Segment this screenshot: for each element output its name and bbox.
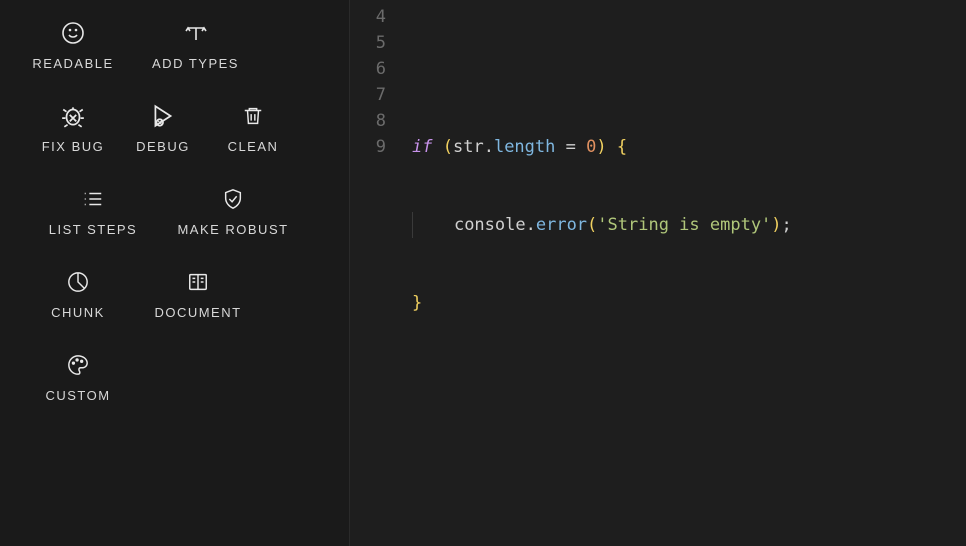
bug-x-icon	[60, 103, 86, 129]
readable-button[interactable]: READABLE	[28, 20, 118, 71]
code-line	[412, 56, 792, 82]
line-number: 7	[350, 82, 386, 108]
custom-label: CUSTOM	[45, 388, 110, 403]
code-line: console.error('String is empty');	[412, 212, 792, 238]
sidebar-row-1: READABLE ADD TYPES	[28, 20, 349, 71]
palette-icon	[65, 352, 91, 378]
code-editor[interactable]: 4 5 6 7 8 9 if (str.length = 0) { consol…	[350, 0, 966, 546]
sidebar: READABLE ADD TYPES FIX BUG DEBUG CLEA	[0, 0, 350, 546]
debug-label: DEBUG	[136, 139, 190, 154]
code-content[interactable]: if (str.length = 0) { console.error('Str…	[412, 4, 792, 524]
line-gutter: 4 5 6 7 8 9	[350, 4, 398, 160]
code-line: }	[412, 290, 792, 316]
sidebar-row-4: CHUNK DOCUMENT	[28, 269, 349, 320]
sidebar-row-2: FIX BUG DEBUG CLEAN	[28, 103, 349, 154]
add-types-button[interactable]: ADD TYPES	[118, 20, 273, 71]
code-line	[412, 446, 792, 472]
readable-label: READABLE	[32, 56, 113, 71]
code-line	[412, 368, 792, 394]
fix-bug-button[interactable]: FIX BUG	[28, 103, 118, 154]
fix-bug-label: FIX BUG	[42, 139, 105, 154]
code-line: if (str.length = 0) {	[412, 134, 792, 160]
make-robust-label: MAKE ROBUST	[177, 222, 288, 237]
clean-label: CLEAN	[228, 139, 279, 154]
sidebar-row-5: CUSTOM	[28, 352, 349, 403]
line-number: 5	[350, 30, 386, 56]
chunk-label: CHUNK	[51, 305, 105, 320]
custom-button[interactable]: CUSTOM	[28, 352, 128, 403]
make-robust-button[interactable]: MAKE ROBUST	[158, 186, 308, 237]
sidebar-row-3: LIST STEPS MAKE ROBUST	[28, 186, 349, 237]
pie-chart-icon	[65, 269, 91, 295]
document-button[interactable]: DOCUMENT	[128, 269, 268, 320]
trash-icon	[240, 103, 266, 129]
list-steps-label: LIST STEPS	[49, 222, 137, 237]
line-number: 4	[350, 4, 386, 30]
debug-play-icon	[150, 103, 176, 129]
type-icon	[183, 20, 209, 46]
clean-button[interactable]: CLEAN	[208, 103, 298, 154]
debug-button[interactable]: DEBUG	[118, 103, 208, 154]
shield-check-icon	[220, 186, 246, 212]
line-number: 6	[350, 56, 386, 82]
line-number: 9	[350, 134, 386, 160]
list-steps-button[interactable]: LIST STEPS	[28, 186, 158, 237]
smile-icon	[60, 20, 86, 46]
add-types-label: ADD TYPES	[152, 56, 239, 71]
line-number: 8	[350, 108, 386, 134]
chunk-button[interactable]: CHUNK	[28, 269, 128, 320]
document-label: DOCUMENT	[154, 305, 241, 320]
book-icon	[185, 269, 211, 295]
list-icon	[80, 186, 106, 212]
